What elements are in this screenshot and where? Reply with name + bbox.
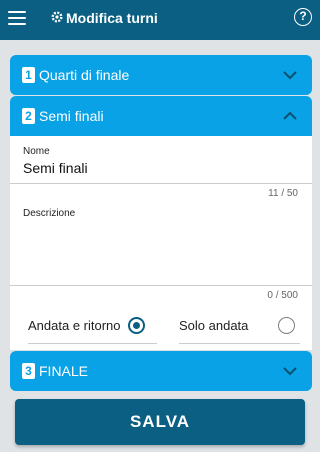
name-field-label: Nome (23, 146, 50, 157)
description-underline (10, 285, 312, 286)
name-char-counter: 11 / 50 (268, 188, 298, 199)
panel-header-semi-finali[interactable]: 2 Semi finali (10, 96, 312, 136)
description-textarea[interactable] (23, 222, 299, 282)
panel-header-quarti-di-finale[interactable]: 1 Quarti di finale (10, 55, 312, 95)
hamburger-menu-icon[interactable] (8, 11, 26, 25)
chevron-down-icon (283, 367, 297, 376)
panel-number-badge: 2 (22, 108, 35, 124)
radio-label-solo-andata[interactable]: Solo andata (179, 318, 248, 333)
cog-icon (51, 11, 63, 23)
chevron-down-icon (283, 71, 297, 80)
radio-andata-ritorno[interactable] (128, 317, 145, 334)
help-circle-icon[interactable]: ? (294, 8, 312, 26)
radio-underline (179, 343, 300, 344)
panel-title: Quarti di finale (39, 67, 130, 83)
name-input-underline (10, 183, 312, 184)
description-char-counter: 0 / 500 (267, 290, 298, 301)
description-field-label: Descrizione (23, 208, 76, 219)
panel-number-badge: 1 (22, 67, 35, 83)
app-bar: Modifica turni ? (0, 0, 320, 40)
chevron-up-icon (283, 111, 297, 120)
radio-label-andata-ritorno[interactable]: Andata e ritorno (28, 318, 121, 333)
radio-underline (28, 343, 157, 344)
panel-title: Semi finali (39, 108, 104, 124)
page-title: Modifica turni (66, 10, 158, 26)
panel-title: FINALE (39, 363, 89, 379)
panel-number-badge: 3 (22, 363, 35, 379)
panel-header-finale[interactable]: 3 FINALE (10, 351, 312, 391)
radio-solo-andata[interactable] (278, 317, 295, 334)
name-input[interactable]: Semi finali (23, 160, 88, 176)
panel-body-semi-finali: Nome Semi finali 11 / 50 Descrizione 0 /… (10, 136, 312, 350)
save-button[interactable]: SALVA (15, 399, 305, 445)
